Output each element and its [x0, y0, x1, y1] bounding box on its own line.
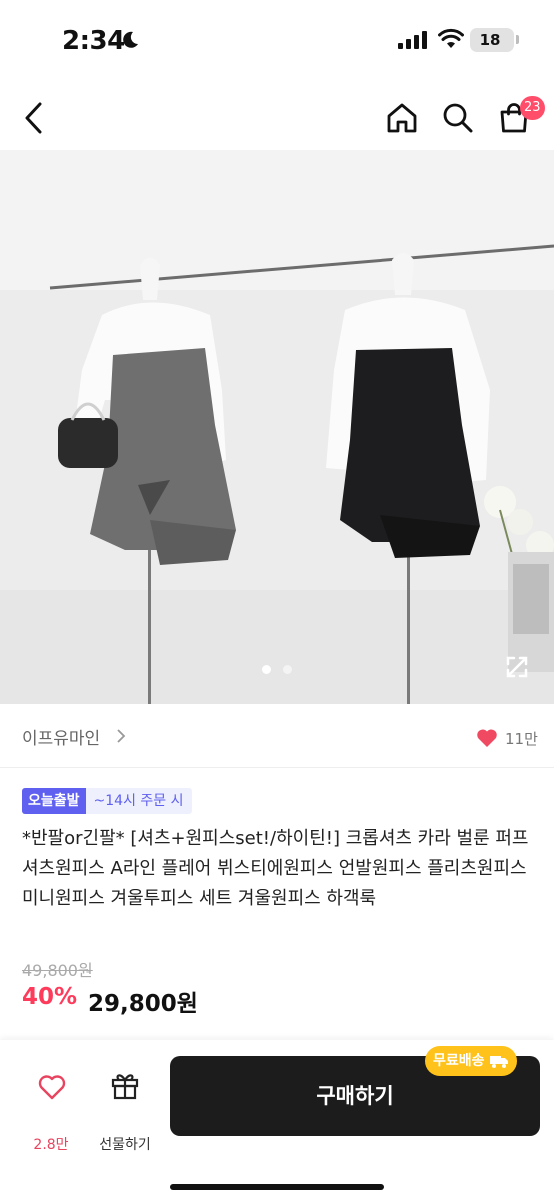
- delivery-badges: 오늘출발 ~14시 주문 시: [22, 788, 192, 814]
- battery-level: 18: [479, 31, 501, 49]
- chevron-right-icon[interactable]: [116, 729, 126, 743]
- wish-button[interactable]: 2.8만: [18, 1070, 84, 1153]
- free-shipping-label: 무료배송: [433, 1053, 485, 1069]
- carousel-dots: [0, 665, 554, 679]
- discount-rate: 40%: [22, 984, 78, 1010]
- heart-outline-icon: [38, 1075, 66, 1100]
- search-icon: [443, 103, 473, 133]
- cellular-signal-icon: [398, 31, 427, 49]
- wifi-icon: [438, 28, 464, 48]
- status-time: 2:34: [62, 26, 125, 56]
- truck-icon: [489, 1056, 508, 1068]
- top-navigation: [0, 84, 554, 150]
- status-bar: 2:34 18: [0, 0, 554, 84]
- product-image-carousel[interactable]: [0, 150, 554, 704]
- sale-price: 29,800원: [88, 991, 198, 1017]
- carousel-dot-1[interactable]: [262, 665, 271, 674]
- home-icon: [387, 103, 417, 133]
- wish-count: 2.8만: [33, 1137, 69, 1153]
- cart-count-badge: 23: [520, 96, 545, 120]
- carousel-dot-2[interactable]: [283, 665, 292, 674]
- original-price: 49,800원: [22, 961, 93, 980]
- battery-nub: [516, 35, 519, 44]
- home-indicator: [170, 1184, 384, 1190]
- product-photo: [0, 150, 554, 704]
- today-ship-badge: 오늘출발: [22, 788, 86, 814]
- heart-icon[interactable]: [476, 728, 498, 748]
- store-like-count: 11만: [505, 730, 538, 748]
- expand-icon[interactable]: [502, 652, 532, 682]
- battery-indicator: 18: [470, 28, 514, 52]
- search-button[interactable]: [438, 98, 478, 138]
- order-cutoff-badge: ~14시 주문 시: [85, 788, 192, 814]
- home-button[interactable]: [382, 98, 422, 138]
- moon-icon: [123, 31, 138, 48]
- back-button[interactable]: [14, 98, 54, 138]
- product-title: *반팔or긴팔* [셔츠+원피스set!/하이틴!] 크롭셔츠 카라 벌룬 퍼프…: [22, 828, 529, 909]
- store-row: 이프유마인 11만: [0, 704, 554, 768]
- store-name-link[interactable]: 이프유마인: [22, 724, 100, 749]
- free-shipping-badge: 무료배송: [425, 1046, 517, 1076]
- gift-button[interactable]: 선물하기: [88, 1070, 162, 1153]
- chevron-left-icon: [25, 102, 42, 134]
- gift-icon: [111, 1074, 139, 1100]
- gift-label: 선물하기: [99, 1137, 151, 1153]
